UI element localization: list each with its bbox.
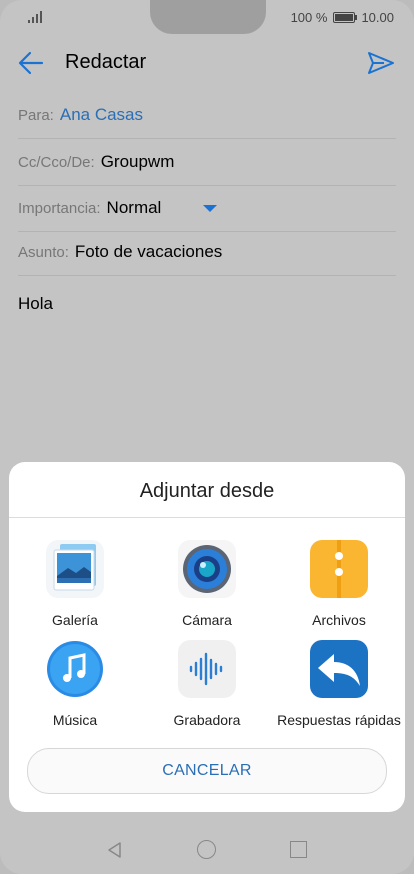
attach-option-camera[interactable]: Cámara [141,540,273,640]
chevron-down-icon[interactable] [203,204,218,212]
cc-label: Cc/Cco/De: [18,153,95,171]
battery-percent: 100 % [290,10,328,25]
attach-option-gallery[interactable]: Galería [9,540,141,640]
importance-label: Importancia: [18,199,101,217]
send-button[interactable] [366,48,396,78]
importance-field[interactable]: Importancia: Normal [18,185,396,232]
phone-screen: 100 % 10.00 Redactar Para: Ana Casas Cc/… [0,0,414,874]
cc-field[interactable]: Cc/Cco/De: Groupwm [18,139,396,186]
subject-label: Asunto: [18,243,69,261]
battery-icon [333,12,358,23]
subject-input[interactable]: Foto de vacaciones [75,242,222,262]
divider [9,517,405,518]
arrow-left-icon [18,51,44,75]
message-body[interactable]: Hola [18,294,53,314]
to-field[interactable]: Para: Ana Casas [18,92,396,139]
page-title: Redactar [65,51,147,73]
subject-field[interactable]: Asunto: Foto de vacaciones [18,229,396,276]
attach-sheet-title: Adjuntar desde [139,480,275,502]
music-icon [46,640,104,698]
to-recipient[interactable]: Ana Casas [60,105,143,125]
attach-option-label: Respuestas rápidas [277,712,401,728]
files-icon [310,540,368,598]
gallery-icon [46,540,104,598]
attach-option-files[interactable]: Archivos [273,540,405,640]
quick-replies-icon [310,640,368,698]
back-button[interactable] [16,48,48,78]
attach-sheet: Adjuntar desde Galería Cámara Archivos M… [9,462,405,812]
clock: 10.00 [361,10,394,25]
attach-option-label: Galería [52,612,98,628]
nav-back-icon[interactable] [106,841,124,859]
signal-icon [28,11,44,23]
attach-option-label: Grabadora [173,712,241,728]
status-bar: 100 % 10.00 [0,0,414,36]
attach-option-quick-replies[interactable]: Respuestas rápidas [273,640,405,740]
importance-select[interactable]: Normal [107,198,162,218]
cc-value[interactable]: Groupwm [101,152,175,172]
cancel-button[interactable]: CANCELAR [27,748,387,794]
attach-option-label: Música [52,712,98,728]
recorder-icon [178,640,236,698]
attach-option-recorder[interactable]: Grabadora [141,640,273,740]
to-label: Para: [18,106,54,124]
send-icon [368,52,394,74]
notch [150,0,266,34]
attach-option-label: Cámara [182,612,232,628]
nav-home-icon[interactable] [197,840,216,859]
nav-recents-icon[interactable] [290,841,307,858]
attach-option-music[interactable]: Música [9,640,141,740]
attach-option-label: Archivos [312,612,366,628]
navigation-bar [0,824,414,874]
app-bar: Redactar [0,36,414,90]
camera-icon [178,540,236,598]
